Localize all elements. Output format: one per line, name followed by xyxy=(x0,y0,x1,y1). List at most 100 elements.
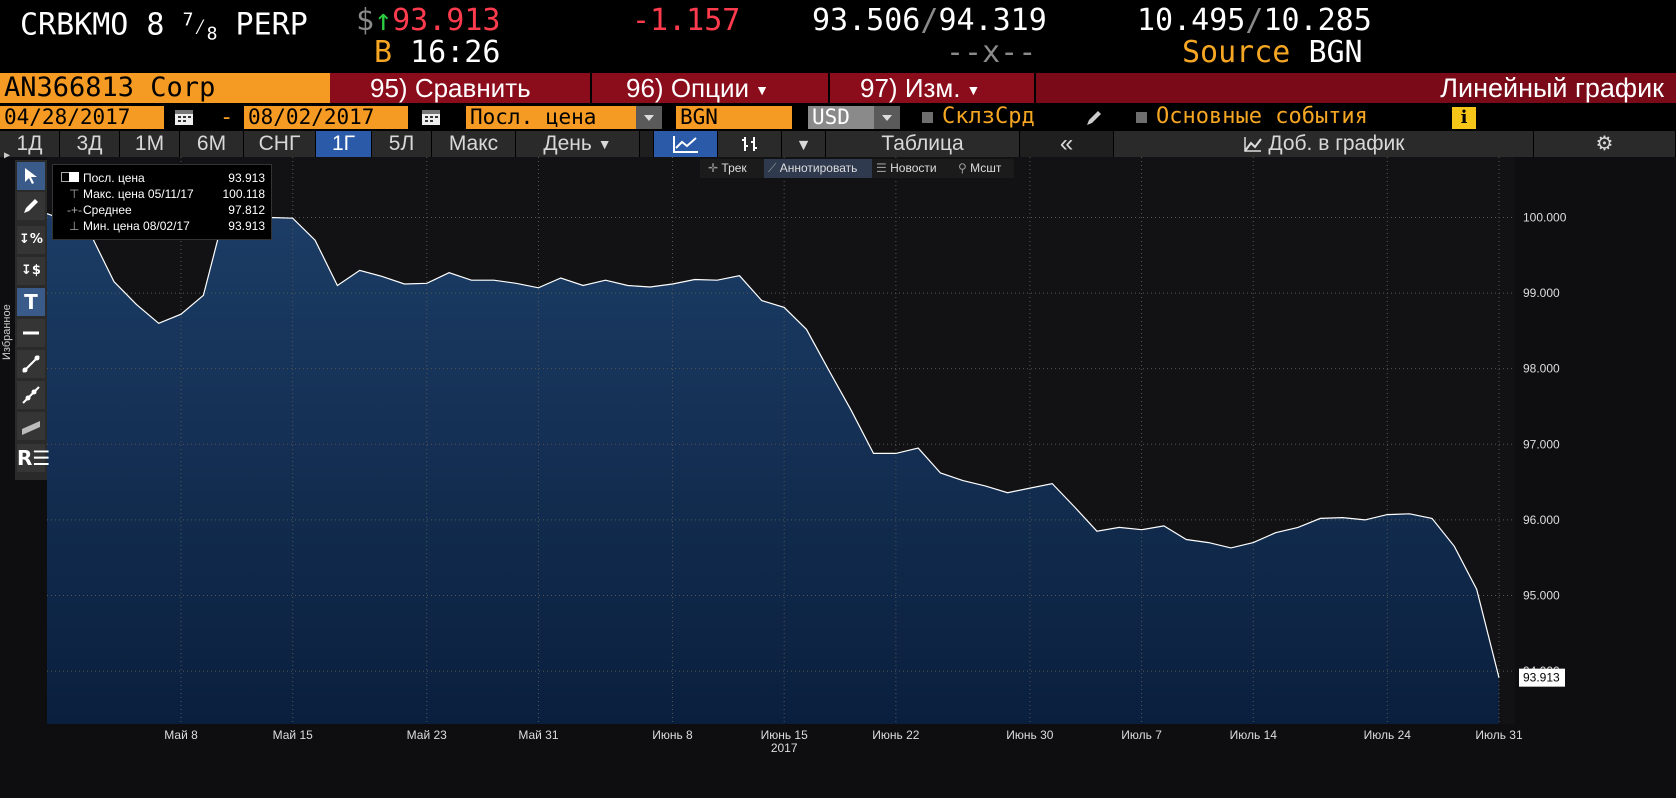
zoom-button[interactable]: ⚲ Мсшт xyxy=(958,159,1014,178)
price-chart[interactable]: 100.00099.00098.00097.00096.00095.00094.… xyxy=(0,157,1676,798)
news-button[interactable]: ☰ Новости xyxy=(876,159,952,178)
text-tool-icon[interactable]: T xyxy=(17,288,45,316)
tab-6m[interactable]: 6М xyxy=(180,131,244,157)
yield-ask-value: 10.285 xyxy=(1263,3,1372,38)
bid-value: 93.506 xyxy=(812,3,921,38)
source-field[interactable]: BGN xyxy=(676,106,792,129)
annotation-toolbar: ✛ Трек ⟋ Аннотировать ☰ Новости ⚲ Мсшт xyxy=(700,159,1014,178)
start-date-field[interactable]: 04/28/2017 xyxy=(0,106,164,129)
yield-bid-ask: 10.495/10.285 xyxy=(1137,3,1372,38)
calendar-icon[interactable] xyxy=(173,107,195,127)
spread-placeholder: --x-- xyxy=(946,35,1037,70)
line-chart-icon[interactable] xyxy=(654,131,718,157)
security-field[interactable]: AN366813 Corp xyxy=(0,73,330,103)
tab-1m[interactable]: 1М xyxy=(120,131,180,157)
time-label: B xyxy=(374,35,393,70)
price-field-dropdown[interactable] xyxy=(636,106,662,129)
calendar-icon[interactable] xyxy=(420,107,442,127)
tab-max[interactable]: Макс xyxy=(432,131,516,157)
spread-checkbox[interactable] xyxy=(922,112,933,123)
trend-line-icon[interactable] xyxy=(17,350,45,378)
pencil-icon[interactable] xyxy=(1084,108,1104,128)
ray-line-icon[interactable] xyxy=(17,381,45,409)
currency-dropdown[interactable] xyxy=(874,106,900,129)
add-to-chart-button[interactable]: Доб. в график xyxy=(1114,131,1534,157)
spread-label: СклзСрд xyxy=(942,104,1035,129)
magnifier-icon: ⚲ xyxy=(958,161,967,175)
y-tick-label: 97.000 xyxy=(1523,437,1560,451)
min-marker-icon: ⊥ xyxy=(69,219,80,233)
y-tick-label: 99.000 xyxy=(1523,286,1560,300)
series-checkbox[interactable] xyxy=(69,172,79,182)
net-change: -1.157 xyxy=(632,3,741,38)
y-tick-label: 95.000 xyxy=(1523,588,1560,602)
edit-button[interactable]: 97) Изм. ▼ xyxy=(830,73,1036,103)
collapse-button[interactable]: « xyxy=(1020,131,1114,157)
channel-icon[interactable] xyxy=(17,412,45,440)
x-tick-label: Июль 31 xyxy=(1475,728,1523,742)
x-tick-label: Июнь 8 xyxy=(652,728,693,742)
r-studies-icon[interactable]: R☰ xyxy=(17,444,50,472)
x-tick-label: Июнь 15 xyxy=(761,728,809,742)
info-icon[interactable]: i xyxy=(1452,107,1476,129)
chevron-down-icon: ▼ xyxy=(597,136,612,153)
time-value: 16:26 xyxy=(410,35,501,70)
events-label: Основные события xyxy=(1156,104,1368,129)
bar-type-icon[interactable] xyxy=(718,131,782,157)
security-title: CRBKMO 8 7⁄8 PERP xyxy=(20,6,308,50)
y-tick-label: 100.000 xyxy=(1523,210,1567,224)
gear-icon[interactable]: ⚙ xyxy=(1534,131,1676,157)
end-date-field[interactable]: 08/02/2017 xyxy=(244,106,408,129)
track-button[interactable]: ✛ Трек xyxy=(708,159,762,178)
compare-button[interactable]: 95) Сравнить xyxy=(330,73,592,103)
table-button[interactable]: Таблица xyxy=(826,131,1020,157)
x-year-label: 2017 xyxy=(771,741,798,755)
chevron-right-icon[interactable]: ▶ xyxy=(4,150,10,161)
pricing-source: Source BGN xyxy=(1182,38,1363,68)
yield-bid-value: 10.495 xyxy=(1137,3,1246,38)
chart-legend: Посл. цена 93.913 ⊤ Макс. цена 05/11/17 … xyxy=(52,164,272,240)
x-tick-label: Май 15 xyxy=(273,728,314,742)
favorites-label: Избранное xyxy=(1,304,13,360)
source-label: Source xyxy=(1182,35,1291,70)
coupon-fraction: 7⁄8 xyxy=(182,10,218,45)
spacer xyxy=(640,131,654,157)
interval-select[interactable]: День ▼ xyxy=(516,131,640,157)
horizontal-line-icon[interactable] xyxy=(17,319,45,347)
pointer-icon[interactable] xyxy=(17,162,45,190)
up-arrow-icon: ↑ xyxy=(374,3,393,38)
pencil-icon: ⟋ xyxy=(768,161,777,175)
percent-level-icon[interactable]: ↧% xyxy=(17,226,45,254)
events-checkbox[interactable] xyxy=(1136,112,1147,123)
pencil-icon[interactable] xyxy=(17,192,45,220)
legend-row: ⊥ Мин. цена 08/02/17 93.913 xyxy=(69,219,265,233)
chart-type-dropdown[interactable]: ▼ xyxy=(782,131,826,157)
tab-1y[interactable]: 1Г xyxy=(316,131,372,157)
price-level-icon[interactable]: ↧$ xyxy=(17,257,45,285)
price-field-select[interactable]: Посл. цена xyxy=(466,106,636,129)
last-value-label: 93.913 xyxy=(1523,671,1560,685)
x-tick-label: Май 8 xyxy=(164,728,198,742)
options-button[interactable]: 96) Опции ▼ xyxy=(592,73,830,103)
average-marker-icon: -+- xyxy=(67,203,82,217)
annotate-button[interactable]: ⟋ Аннотировать xyxy=(764,159,872,178)
ticker: CRBKMO 8 xyxy=(20,7,165,43)
currency-symbol: $ xyxy=(356,3,375,38)
tab-3d[interactable]: 3Д xyxy=(60,131,120,157)
security-suffix: PERP xyxy=(235,7,308,43)
tab-5y[interactable]: 5Л xyxy=(372,131,432,157)
tab-ytd[interactable]: СНГ xyxy=(244,131,316,157)
chevron-down-icon: ▼ xyxy=(795,137,812,154)
function-bar: AN366813 Corp 95) Сравнить 96) Опции ▼ 97… xyxy=(0,73,1676,103)
y-tick-label: 96.000 xyxy=(1523,513,1560,527)
x-tick-label: Июль 14 xyxy=(1230,728,1278,742)
y-tick-label: 98.000 xyxy=(1523,362,1560,376)
chevron-down-icon: ▼ xyxy=(755,82,769,99)
max-marker-icon: ⊤ xyxy=(69,187,80,201)
news-icon: ☰ xyxy=(876,161,887,175)
currency-field[interactable]: USD xyxy=(808,106,874,129)
last-price-value: 93.913 xyxy=(392,3,501,38)
legend-row: ⊤ Макс. цена 05/11/17 100.118 xyxy=(69,187,265,201)
chart-area[interactable]: 100.00099.00098.00097.00096.00095.00094.… xyxy=(0,157,1676,798)
legend-row: Посл. цена 93.913 xyxy=(53,171,271,187)
